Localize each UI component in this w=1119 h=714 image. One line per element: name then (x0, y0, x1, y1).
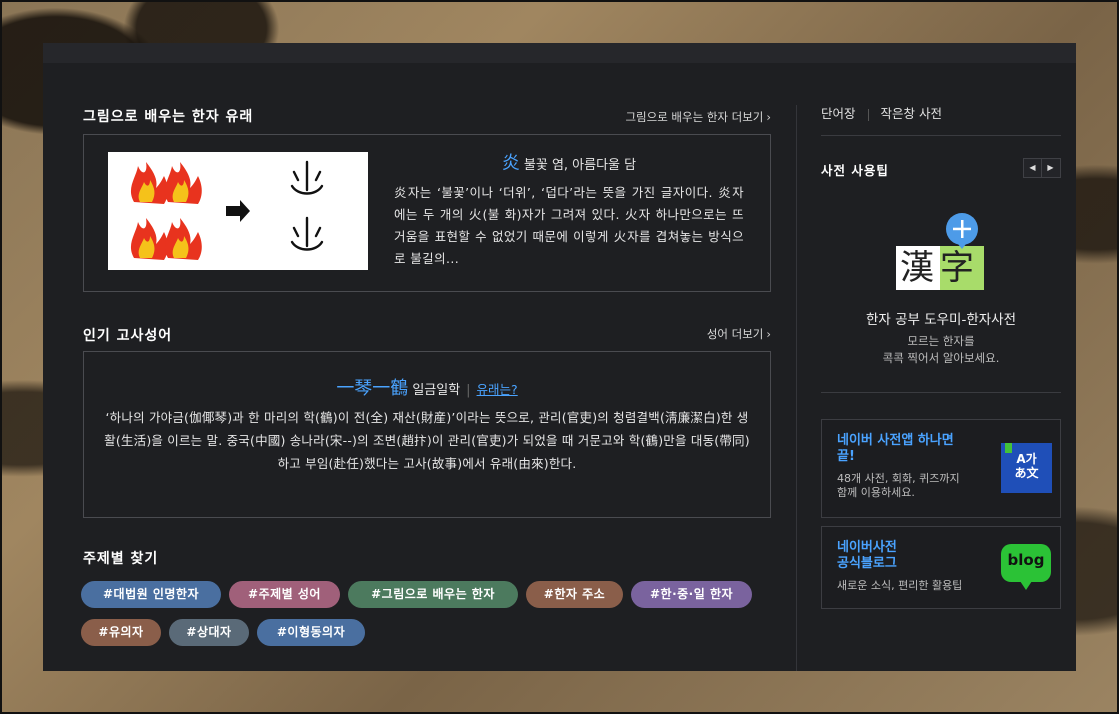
sidebar-divider (821, 135, 1061, 136)
topic-tag[interactable]: #유의자 (81, 619, 161, 646)
column-divider (796, 105, 797, 671)
tip-name[interactable]: 한자 공부 도우미-한자사전 (821, 308, 1061, 328)
app-card-title: 네이버 사전앱 하나면 끝! (837, 433, 954, 465)
topic-tag[interactable]: #한·중·일 한자 (631, 581, 752, 608)
sidebar-tabs: 단어장 작은창 사전 (821, 103, 942, 122)
next-arrow-icon[interactable]: ▶ (1042, 159, 1059, 177)
blog-card-title-line: 네이버사전 (837, 540, 897, 555)
app-card-desc-line: 함께 이용하세요. (837, 486, 915, 499)
sidebar-divider (821, 392, 1061, 393)
app-card-title-line: 끝! (837, 449, 855, 464)
blog-icon-label: blog (1007, 551, 1045, 569)
official-blog-card[interactable]: 네이버사전 공식블로그 새로운 소식, 편리한 활용팁 blog (821, 526, 1061, 609)
tip-section-title: 사전 사용팁 (821, 163, 889, 178)
hanja-character[interactable]: 炎 (502, 153, 520, 174)
idiom-origin-link[interactable]: 유래는? (477, 382, 518, 397)
idiom-section-title: 인기 고사성어 (83, 328, 173, 344)
chevron-right-icon: › (766, 110, 771, 124)
picture-section-title: 그림으로 배우는 한자 유래 (83, 109, 254, 125)
idiom-separator: | (466, 383, 471, 398)
topic-tag[interactable]: #그림으로 배우는 한자 (348, 581, 518, 608)
tip-desc-line: 콕콕 찍어서 알아보세요. (882, 351, 1000, 365)
logo-chars: 漢字 (900, 248, 980, 288)
hanja-dictionary-logo[interactable]: 漢字 (896, 213, 988, 291)
topic-tag[interactable]: #상대자 (169, 619, 249, 646)
panel-top-bar (43, 43, 1076, 63)
picture-more-link[interactable]: 그림으로 배우는 한자 더보기 › (625, 109, 771, 125)
topic-tag[interactable]: #주제별 성어 (229, 581, 340, 608)
idiom-card: 一琴一鶴 일금일학 | 유래는? ‘하나의 가야금(伽倻琴)과 한 마리의 학(鶴)이… (83, 351, 771, 518)
idiom-heading: 一琴一鶴 일금일학 | 유래는? (84, 374, 770, 400)
prev-arrow-icon[interactable]: ◀ (1024, 159, 1042, 177)
tip-pager: ◀ ▶ (1023, 158, 1061, 178)
app-icon-text-bottom: あ文 (1014, 466, 1039, 480)
blog-icon: blog (1000, 543, 1052, 591)
topic-tag[interactable]: #이형동의자 (257, 619, 365, 646)
idiom-hanja[interactable]: 一琴一鶴 (336, 378, 408, 399)
topic-tag[interactable]: #대법원 인명한자 (81, 581, 221, 608)
tip-desc-line: 모르는 한자를 (907, 334, 975, 348)
dictionary-app-card[interactable]: 네이버 사전앱 하나면 끝! 48개 사전, 회화, 퀴즈까지 함께 이용하세요… (821, 419, 1061, 518)
idiom-reading: 일금일학 (412, 383, 461, 398)
topics-section-title: 주제별 찾기 (83, 551, 159, 567)
picture-text: 炎 불꽃 염, 아름다울 담 炎자는 ‘불꽃’이나 ‘더위’, ‘덥다’라는 뜻을… (394, 149, 744, 270)
app-icon-text-top: A가 (1016, 452, 1037, 466)
blog-card-title: 네이버사전 공식블로그 (837, 540, 897, 572)
picture-card[interactable]: 炎 불꽃 염, 아름다울 담 炎자는 ‘불꽃’이나 ‘더위’, ‘덥다’라는 뜻을… (83, 134, 771, 292)
chevron-right-icon: › (766, 327, 771, 341)
hanja-origin-image (108, 152, 368, 270)
hanja-heading: 炎 불꽃 염, 아름다울 담 (394, 149, 744, 175)
app-card-description: 48개 사전, 회화, 퀴즈까지 함께 이용하세요. (837, 472, 960, 500)
flame-illustration (130, 160, 324, 260)
hanja-reading: 불꽃 염, 아름다울 담 (523, 158, 637, 173)
app-card-desc-line: 48개 사전, 회화, 퀴즈까지 (837, 472, 960, 485)
app-card-title-line: 네이버 사전앱 하나면 (837, 433, 954, 448)
content-panel: 그림으로 배우는 한자 유래 그림으로 배우는 한자 더보기 › 炎 불꽃 염,… (43, 43, 1076, 671)
hanja-description: 炎자는 ‘불꽃’이나 ‘더위’, ‘덥다’라는 뜻을 가진 글자이다. 炎자에는… (394, 185, 744, 266)
tip-description: 모르는 한자를 콕콕 찍어서 알아보세요. (821, 333, 1061, 367)
idiom-more-label: 성어 더보기 (706, 327, 764, 341)
tab-separator (867, 108, 869, 121)
app-icon-text: A가 あ文 (1001, 452, 1052, 480)
blog-card-description: 새로운 소식, 편리한 활용팁 (837, 579, 963, 592)
idiom-more-link[interactable]: 성어 더보기 › (707, 326, 771, 342)
picture-more-label: 그림으로 배우는 한자 더보기 (625, 110, 764, 124)
idiom-description: ‘하나의 가야금(伽倻琴)과 한 마리의 학(鶴)이 전(全) 재산(財産)’이… (104, 410, 750, 471)
blog-card-title-line: 공식블로그 (837, 556, 897, 571)
dictionary-app-icon: A가 あ文 (1001, 443, 1052, 493)
topic-tag[interactable]: #한자 주소 (526, 581, 623, 608)
tab-mini-dictionary[interactable]: 작은창 사전 (881, 106, 942, 121)
tab-wordbook[interactable]: 단어장 (821, 106, 856, 121)
